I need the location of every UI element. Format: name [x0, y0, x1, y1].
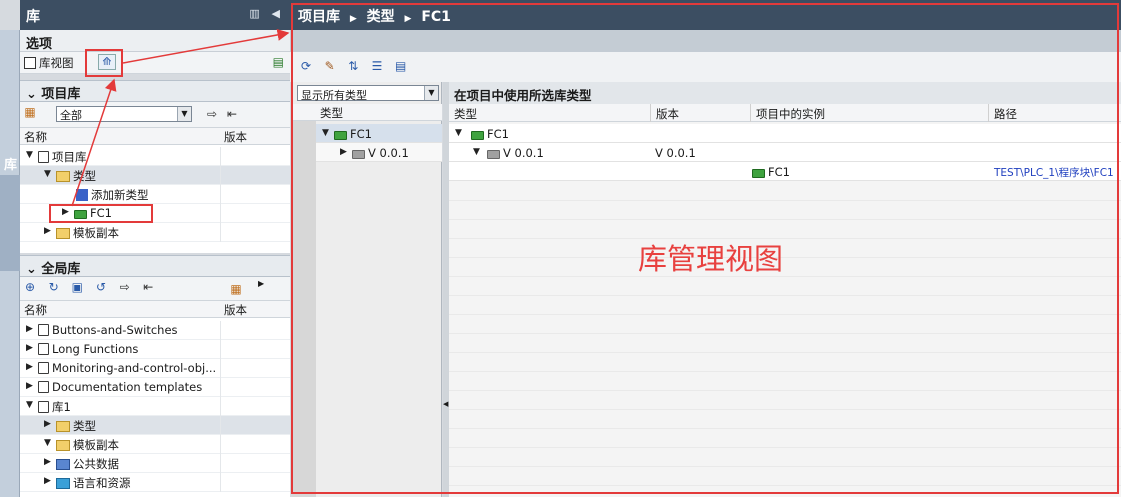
tree-label: 类型 [73, 169, 96, 183]
more-icon[interactable]: ▶ [258, 279, 264, 288]
col-name: 名称 [24, 303, 47, 317]
new-global-library-icon[interactable]: ⊕ [22, 279, 38, 295]
global-library-title: 全局库 [41, 262, 81, 277]
left-panel-header: 库 ▥ ◀ [20, 0, 290, 30]
tree-label: 模板副本 [73, 226, 119, 240]
expand-right-icon: ▶ [44, 226, 51, 236]
library-settings-icon[interactable]: ▤ [273, 55, 284, 69]
tree-label: 语言和资源 [73, 476, 131, 490]
expand-down-icon: ▼ [44, 438, 51, 448]
expand-right-icon: ▶ [26, 324, 33, 334]
tree-label: 类型 [73, 419, 96, 433]
global-tree-column-header: 名称 版本 [20, 301, 290, 318]
tree-item-monitoring[interactable]: ▶ Monitoring-and-control-obj... [20, 359, 290, 378]
col-version: 版本 [224, 130, 247, 144]
save-global-library-icon[interactable]: ▣ [69, 279, 85, 295]
new-folder-icon[interactable]: ▦ [22, 104, 38, 120]
project-library-toolbar: ▦ 全部 ▼ ⇨ ⇤ [20, 102, 290, 128]
open-global-library-icon[interactable]: ↻ [46, 279, 62, 295]
expand-right-icon: ▶ [44, 419, 51, 429]
types-folder-icon [56, 421, 70, 432]
library-view-button[interactable]: 库视图 [24, 55, 74, 71]
collapse-chevron-icon: ⌄ [26, 262, 42, 277]
import-icon[interactable]: ⇤ [140, 279, 156, 295]
annotation-frame-right [291, 3, 1119, 494]
tree-label: 添加新类型 [91, 188, 149, 202]
tree-label: Buttons-and-Switches [52, 323, 178, 337]
annotation-frame-fc1 [49, 204, 153, 223]
library-settings-icon[interactable]: ▦ [228, 281, 244, 297]
library-view-label: 库视图 [39, 56, 74, 70]
add-type-icon [76, 189, 88, 201]
expand-down-icon: ▼ [26, 150, 33, 160]
export-icon[interactable]: ⇨ [117, 279, 133, 295]
library-icon [38, 362, 49, 374]
folder-icon [56, 440, 70, 451]
project-library-header[interactable]: ⌄ 项目库 [20, 80, 290, 102]
folder-icon [56, 228, 70, 239]
tree-item-master-copies[interactable]: ▶ 模板副本 [20, 223, 290, 242]
annotation-frame-button [85, 49, 123, 77]
update-library-icon[interactable]: ↺ [93, 279, 109, 295]
expand-right-icon: ▶ [26, 343, 33, 353]
tree-item-master-copies[interactable]: ▼ 模板副本 [20, 435, 290, 454]
chevron-down-icon: ▼ [177, 107, 191, 121]
library-side-tab[interactable]: 库 [0, 30, 20, 497]
options-label: 选项 [26, 37, 53, 52]
tree-label: Monitoring-and-control-obj... [52, 361, 217, 375]
expand-down-icon: ▼ [26, 400, 33, 410]
tree-item-documentation-templates[interactable]: ▶ Documentation templates [20, 378, 290, 397]
global-library-tree: 名称 版本 ▶ Buttons-and-Switches ▶ Long Func… [20, 301, 290, 497]
expand-right-icon: ▶ [44, 476, 51, 486]
library-icon [38, 324, 49, 336]
project-filter-value: 全部 [60, 109, 82, 122]
tree-item-types[interactable]: ▼ 类型 [20, 166, 290, 185]
project-library-filter[interactable]: 全部 ▼ [56, 106, 192, 122]
expand-right-icon: ▶ [26, 381, 33, 391]
side-tab-strip [0, 175, 20, 271]
library-icon [38, 401, 49, 413]
expand-down-icon: ▼ [44, 169, 51, 179]
import-icon[interactable]: ⇤ [224, 106, 240, 122]
options-header: 选项 [20, 30, 290, 52]
library-icon [38, 381, 49, 393]
panel-pin-collapse-icon[interactable]: ▥ ◀ [249, 7, 284, 20]
tree-label: 项目库 [52, 150, 87, 164]
tree-label: 模板副本 [73, 438, 119, 452]
tree-label: Long Functions [52, 342, 139, 356]
project-library-title: 项目库 [41, 87, 81, 102]
col-name: 名称 [24, 130, 47, 144]
tree-item-project-library[interactable]: ▼ 项目库 [20, 147, 290, 166]
project-tree-column-header: 名称 版本 [20, 128, 290, 145]
project-library-tree: 名称 版本 ▼ 项目库 ▼ 类型 添加新类型 ▶ FC1 ▶ 模板副本 [20, 128, 290, 253]
col-version: 版本 [224, 303, 247, 317]
tree-label: Documentation templates [52, 380, 203, 394]
expand-right-icon: ▶ [44, 457, 51, 467]
library-view-icon [24, 57, 36, 69]
side-tab-label: 库 [4, 158, 18, 173]
tree-label: 库1 [52, 400, 71, 414]
export-icon[interactable]: ⇨ [204, 106, 220, 122]
common-data-icon [56, 459, 70, 470]
tree-item-library1[interactable]: ▼ 库1 [20, 397, 290, 416]
globe-icon [56, 478, 70, 489]
types-folder-icon [56, 171, 70, 182]
tree-label: 公共数据 [73, 457, 119, 471]
global-library-header[interactable]: ⌄ 全局库 [20, 255, 290, 277]
tree-item-buttons-and-switches[interactable]: ▶ Buttons-and-Switches [20, 321, 290, 340]
library-icon [38, 343, 49, 355]
expand-right-icon: ▶ [26, 362, 33, 372]
tree-item-long-functions[interactable]: ▶ Long Functions [20, 340, 290, 359]
tree-item-add-new-type[interactable]: 添加新类型 [20, 185, 290, 204]
left-panel-title: 库 [26, 9, 40, 25]
tree-item-languages-resources[interactable]: ▶ 语言和资源 [20, 473, 290, 492]
global-library-toolbar: ⊕ ↻ ▣ ↺ ⇨ ⇤ ▦ ▶ [20, 277, 290, 301]
collapse-chevron-icon: ⌄ [26, 87, 42, 102]
options-toolbar: 库视图 ⟰ ▤ [20, 52, 290, 74]
library-icon [38, 151, 49, 163]
tree-item-types[interactable]: ▶ 类型 [20, 416, 290, 435]
tree-item-common-data[interactable]: ▶ 公共数据 [20, 454, 290, 473]
